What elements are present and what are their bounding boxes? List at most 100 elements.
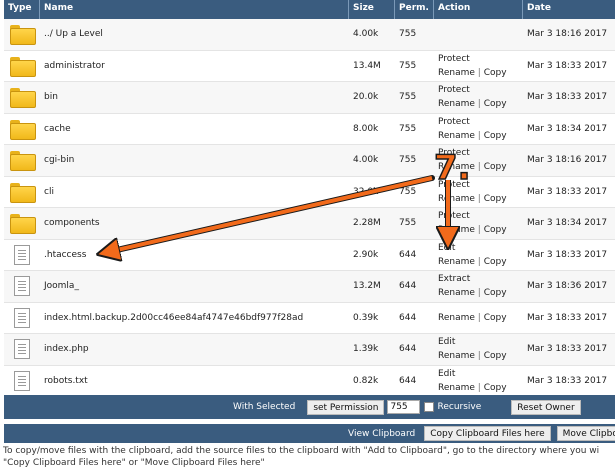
copy-link[interactable]: Copy — [484, 99, 507, 109]
protect-link[interactable]: Protect — [438, 85, 470, 95]
perm-cell[interactable]: 755 — [395, 82, 434, 113]
table-row[interactable]: index.php 1.39k 644 Edit Rename | Copy Mar 3 … — [4, 334, 615, 366]
table-row[interactable]: components 2.28M 755 Protect Rename | Copy Ma… — [4, 208, 615, 240]
set-permission-button[interactable]: set Permission — [307, 399, 385, 415]
col-date-header[interactable]: Date — [523, 0, 615, 19]
copy-link[interactable]: Copy — [484, 383, 507, 393]
perm-cell[interactable]: 644 — [395, 334, 434, 365]
file-name-link[interactable]: cache — [44, 124, 71, 134]
copy-clipboard-button[interactable]: Copy Clipboard Files here — [424, 426, 551, 441]
rename-link[interactable]: Rename — [438, 383, 475, 393]
rename-link[interactable]: Rename — [438, 257, 475, 267]
perm-cell[interactable]: 755 — [395, 208, 434, 239]
rename-link[interactable]: Rename — [438, 313, 475, 323]
table-row[interactable]: cli 32.0k 755 Protect Rename | Copy Mar 3 18:… — [4, 176, 615, 208]
file-name-link[interactable]: .htaccess — [44, 250, 86, 260]
file-icon[interactable] — [14, 244, 30, 265]
rename-link[interactable]: Rename — [438, 131, 475, 141]
protect-link[interactable]: Protect — [438, 211, 470, 221]
copy-link[interactable]: Copy — [484, 351, 507, 361]
action-separator: | — [474, 193, 484, 204]
folder-icon[interactable] — [10, 182, 36, 203]
perm-cell[interactable]: 755 — [395, 145, 434, 176]
rename-link[interactable]: Rename — [438, 288, 475, 298]
file-name-link[interactable]: robots.txt — [44, 376, 88, 386]
file-name-link[interactable]: bin — [44, 92, 58, 102]
rename-link[interactable]: Rename — [438, 68, 475, 78]
table-header: Type Name Size Perm. Action Date — [4, 0, 615, 19]
perm-cell[interactable]: 755 — [395, 51, 434, 82]
copy-link[interactable]: Copy — [484, 313, 507, 323]
file-icon[interactable] — [14, 307, 30, 328]
rename-link[interactable]: Rename — [438, 225, 475, 235]
file-name-link[interactable]: cgi-bin — [44, 155, 74, 165]
copy-link[interactable]: Copy — [484, 225, 507, 235]
edit-link[interactable]: Edit — [438, 243, 455, 253]
perm-cell[interactable]: 755 — [395, 19, 434, 50]
file-name-link[interactable]: index.html.backup.2d00cc46ee84af4747e46b… — [44, 313, 303, 323]
rename-link[interactable]: Rename — [438, 351, 475, 361]
copy-link[interactable]: Copy — [484, 68, 507, 78]
file-name-link[interactable]: cli — [44, 187, 54, 197]
table-row[interactable]: Joomla_ 13.2M 644 Extract Rename | Copy Mar 3… — [4, 271, 615, 303]
permission-input[interactable] — [387, 400, 421, 414]
file-icon[interactable] — [14, 370, 30, 391]
perm-cell[interactable]: 644 — [395, 303, 434, 334]
table-row[interactable]: administrator 13.4M 755 Protect Rename | Cop… — [4, 50, 615, 82]
clipboard-help-text: To copy/move files with the clipboard, a… — [3, 445, 615, 469]
file-name-link[interactable]: index.php — [44, 344, 89, 354]
file-icon[interactable] — [14, 339, 30, 360]
copy-link[interactable]: Copy — [484, 194, 507, 204]
file-icon[interactable] — [14, 276, 30, 297]
folder-icon[interactable] — [10, 151, 36, 172]
extract-link[interactable]: Extract — [438, 274, 470, 284]
perm-cell[interactable]: 755 — [395, 114, 434, 145]
col-name-header[interactable]: Name — [40, 0, 349, 19]
rename-link[interactable]: Rename — [438, 99, 475, 109]
edit-link[interactable]: Edit — [438, 337, 455, 347]
size-cell: 32.0k — [353, 186, 379, 197]
edit-link[interactable]: Edit — [438, 369, 455, 379]
copy-link[interactable]: Copy — [484, 162, 507, 172]
col-size-header[interactable]: Size — [349, 0, 395, 19]
copy-link[interactable]: Copy — [484, 131, 507, 141]
action-separator: | — [474, 256, 484, 267]
folder-icon[interactable] — [10, 214, 36, 235]
table-row[interactable]: .htaccess 2.90k 644 Edit Rename | Copy Mar 3 … — [4, 239, 615, 271]
folder-icon[interactable] — [10, 119, 36, 140]
table-row[interactable]: index.html.backup.2d00cc46ee84af4747e46b… — [4, 302, 615, 334]
col-type-header[interactable]: Type — [4, 0, 40, 19]
table-row[interactable]: bin 20.0k 755 Protect Rename | Copy Mar 3 18:… — [4, 82, 615, 114]
folder-icon[interactable] — [10, 88, 36, 109]
view-clipboard-button[interactable]: View Clipboard — [343, 426, 421, 441]
protect-link[interactable]: Protect — [438, 54, 470, 64]
date-cell: Mar 3 18:34 2017 — [527, 123, 608, 134]
file-name-link[interactable]: ../ Up a Level — [44, 29, 103, 39]
help-line-2: "Copy Clipboard Files here" or "Move Cli… — [3, 458, 265, 468]
protect-link[interactable]: Protect — [438, 117, 470, 127]
table-row[interactable]: cgi-bin 4.00k 755 Protect Rename | Copy Mar 3… — [4, 145, 615, 177]
move-clipboard-button[interactable]: Move Clipbo — [556, 426, 615, 441]
action-cell: Edit Rename | Copy — [434, 334, 523, 365]
table-row[interactable]: cache 8.00k 755 Protect Rename | Copy Mar 3 1… — [4, 113, 615, 145]
size-cell: 0.39k — [353, 312, 379, 323]
copy-link[interactable]: Copy — [484, 288, 507, 298]
recursive-checkbox[interactable] — [424, 402, 435, 412]
file-name-link[interactable]: Joomla_ — [44, 281, 79, 291]
reset-owner-button[interactable]: Reset Owner — [511, 399, 581, 415]
folder-icon[interactable] — [10, 56, 36, 77]
action-separator: | — [474, 99, 484, 110]
table-row[interactable]: ../ Up a Level 4.00k 755 Mar 3 18:16 2017 — [4, 19, 615, 51]
folder-icon[interactable] — [10, 25, 36, 46]
perm-cell[interactable]: 644 — [395, 271, 434, 302]
perm-cell[interactable]: 755 — [395, 177, 434, 208]
rename-link[interactable]: Rename — [438, 194, 475, 204]
table-row[interactable]: robots.txt 0.82k 644 Edit Rename | Copy Mar 3… — [4, 365, 615, 397]
action-cell: Extract Rename | Copy — [434, 271, 523, 302]
perm-cell[interactable]: 644 — [395, 366, 434, 397]
perm-cell[interactable]: 644 — [395, 240, 434, 271]
file-name-link[interactable]: components — [44, 218, 100, 228]
col-perm-header[interactable]: Perm. — [395, 0, 434, 19]
copy-link[interactable]: Copy — [484, 257, 507, 267]
file-name-link[interactable]: administrator — [44, 61, 105, 71]
